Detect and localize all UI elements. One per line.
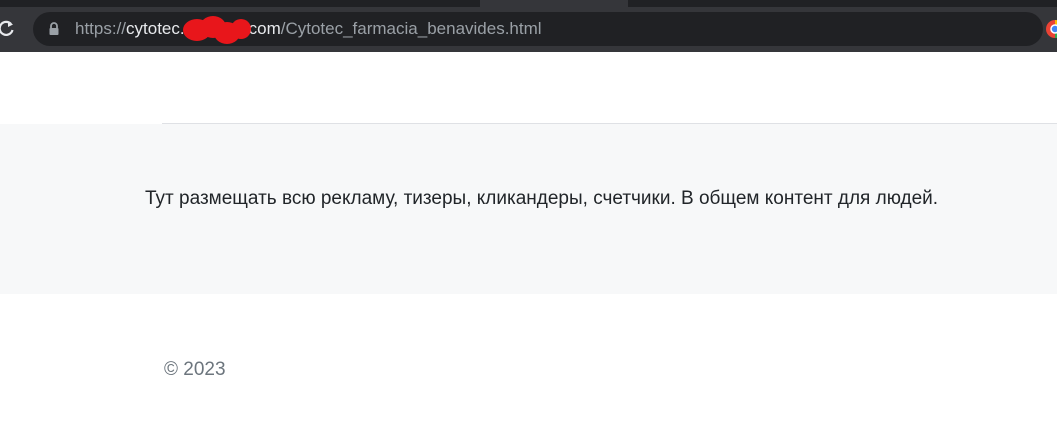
- tab-strip: [0, 0, 1057, 7]
- page-header: [0, 52, 1057, 124]
- lock-icon[interactable]: [47, 21, 61, 37]
- redaction-mark: [182, 16, 251, 44]
- ad-placeholder-text: Тут размещать всю рекламу, тизеры, клика…: [145, 188, 939, 209]
- active-tab[interactable]: [480, 0, 628, 7]
- page-footer: [0, 294, 1057, 437]
- address-bar[interactable]: https:// cytotec. com /Cytotec_farmacia_…: [33, 12, 1043, 46]
- url-path: /Cytotec_farmacia_benavides.html: [280, 19, 542, 38]
- url-scheme: https://: [75, 19, 127, 38]
- url-host-start: cytotec.: [126, 19, 185, 38]
- url-text[interactable]: https:// cytotec. com /Cytotec_farmacia_…: [75, 16, 542, 44]
- extension-icon[interactable]: [1045, 19, 1057, 39]
- reload-icon[interactable]: [0, 19, 14, 37]
- browser-toolbar: https:// cytotec. com /Cytotec_farmacia_…: [0, 7, 1057, 52]
- footer-copyright: © 2023: [164, 359, 226, 380]
- url-host-end: com: [248, 19, 281, 38]
